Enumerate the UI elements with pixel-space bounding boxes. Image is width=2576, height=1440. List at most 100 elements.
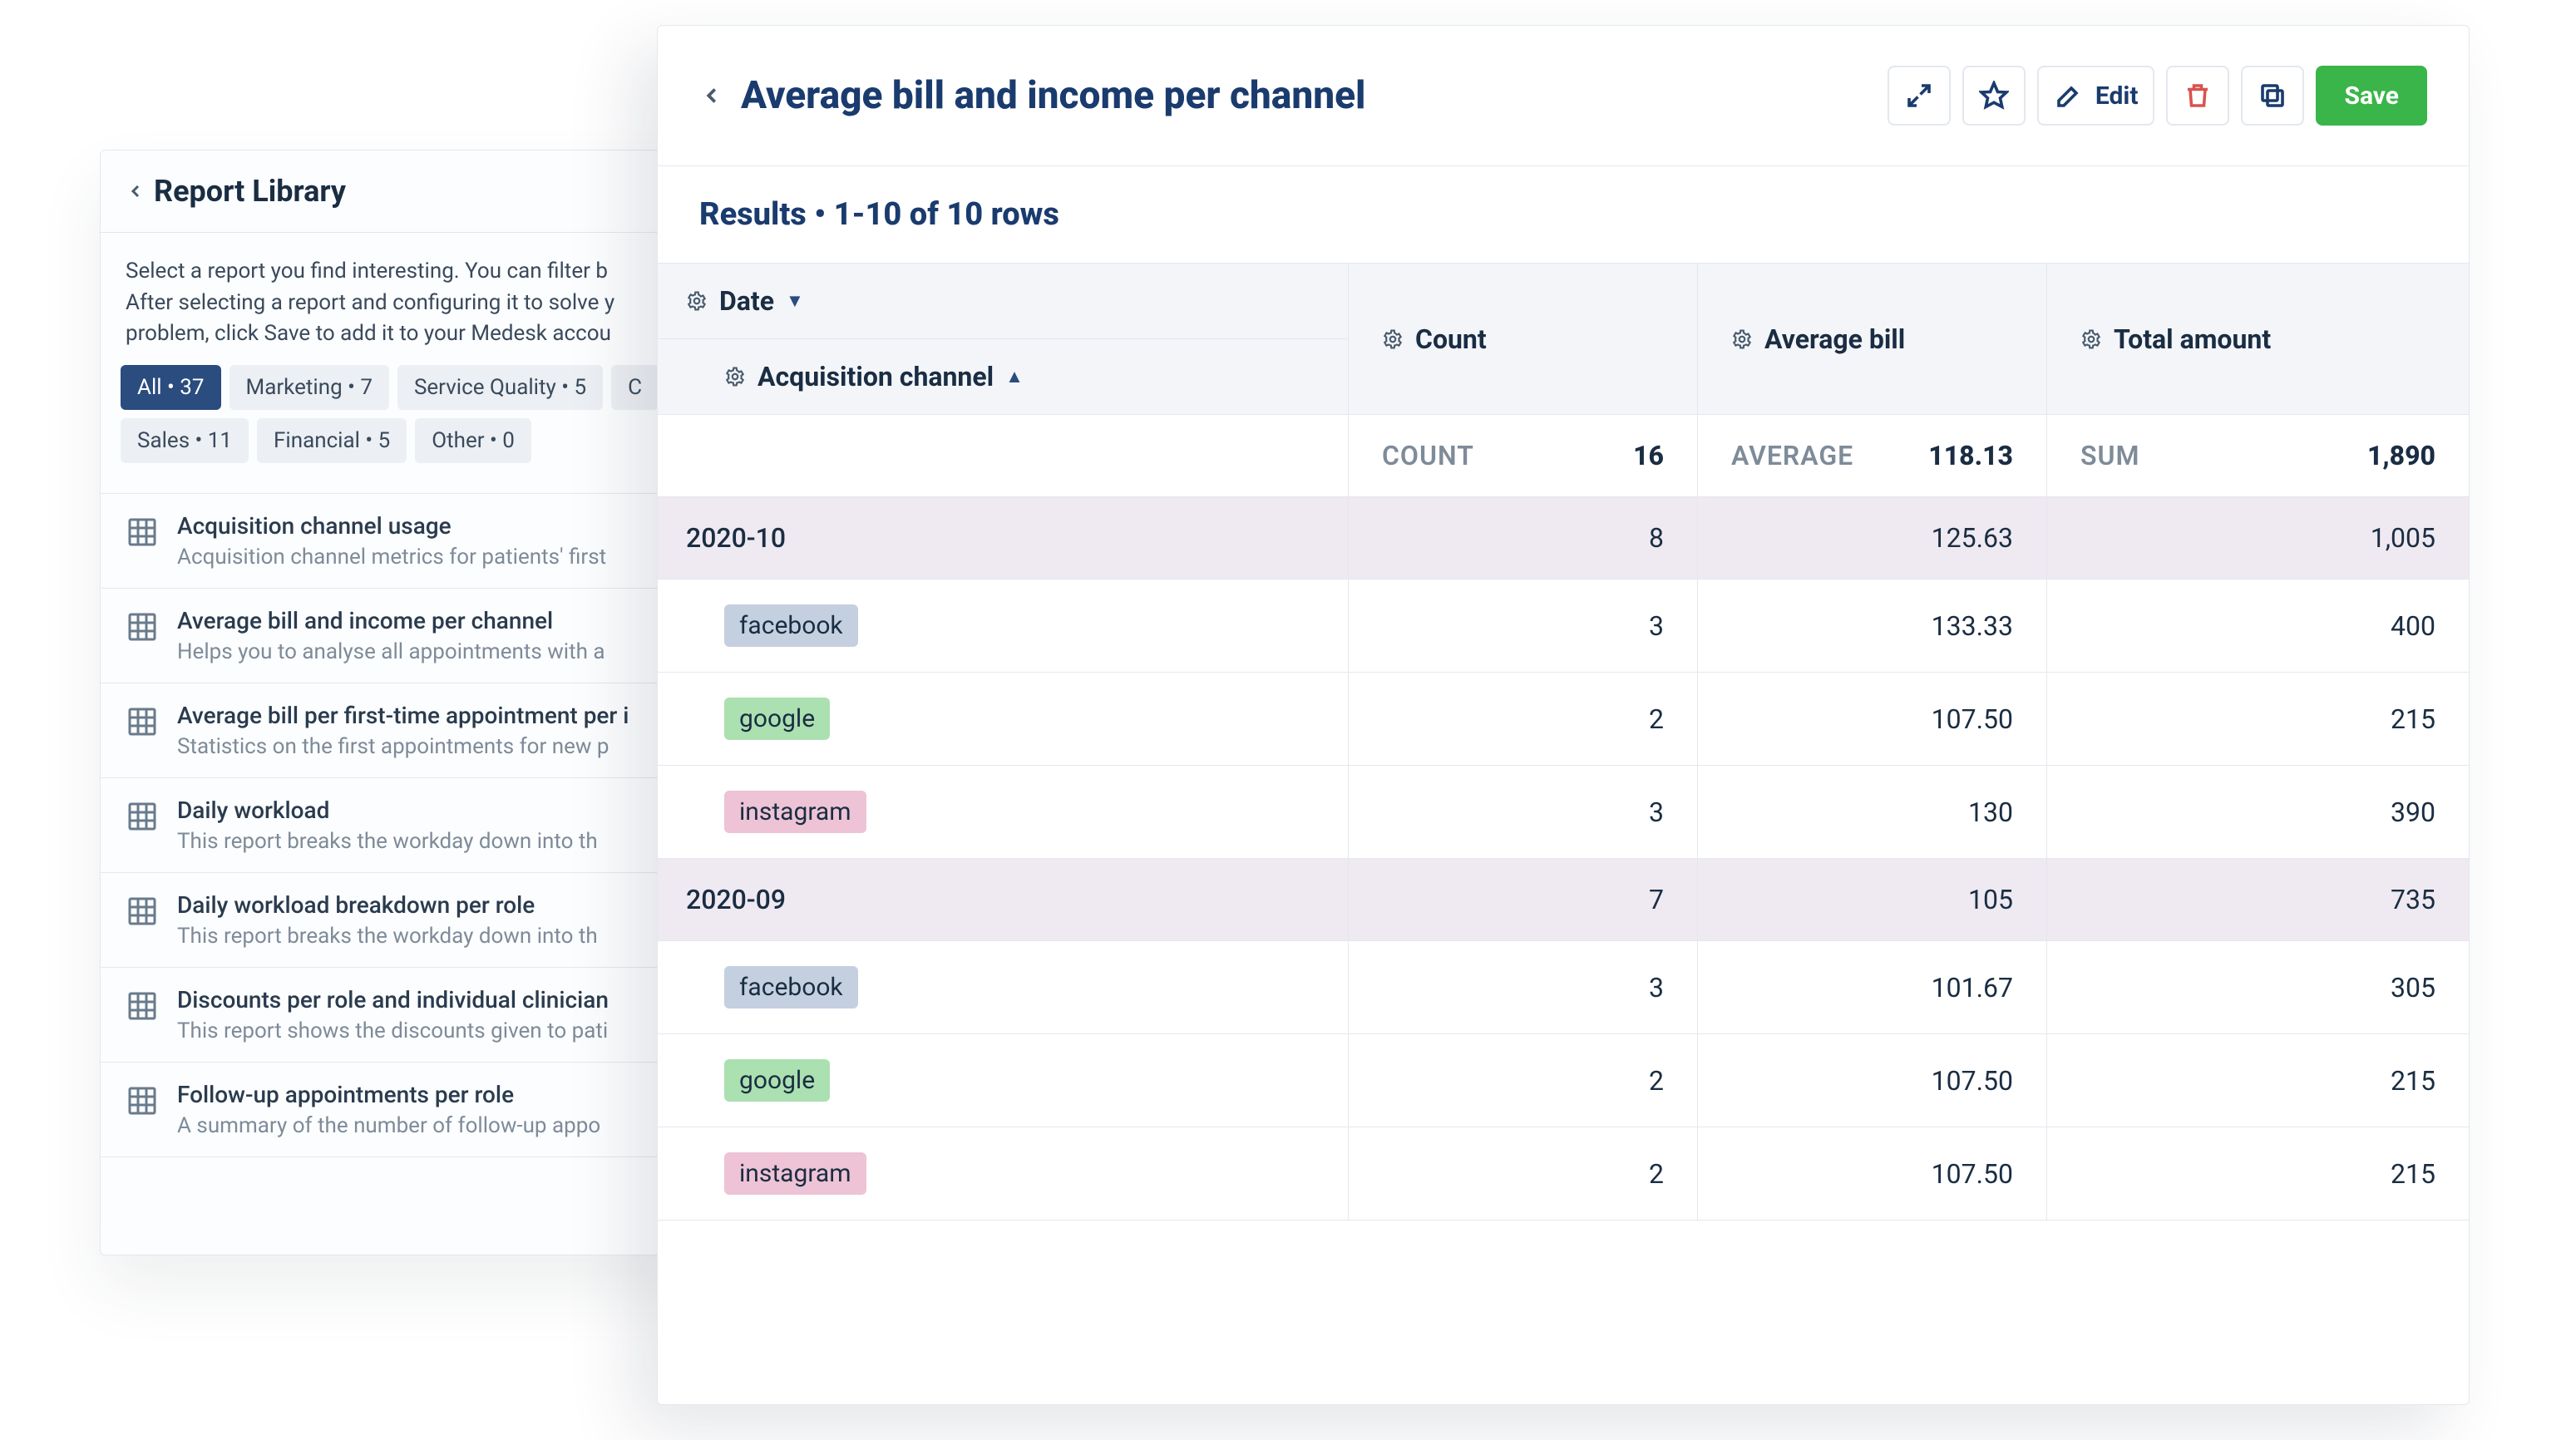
report-title: Average bill and income per channel (741, 73, 1365, 118)
results-summary: Results • 1-10 of 10 rows (658, 166, 2469, 263)
cell-avg: 101.67 (1697, 941, 2046, 1033)
report-item-title: Daily workload breakdown per role (177, 891, 598, 919)
cell-count: 3 (1348, 766, 1697, 858)
filter-chip[interactable]: C (611, 365, 659, 410)
table-icon (126, 610, 159, 644)
report-list-item[interactable]: Average bill per first-time appointment … (101, 683, 731, 777)
cell-avg: 107.50 (1697, 1034, 2046, 1127)
report-item-subtitle: Helps you to analyse all appointments wi… (177, 639, 605, 664)
report-item-title: Average bill and income per channel (177, 607, 605, 634)
report-item-subtitle: Acquisition channel metrics for patients… (177, 545, 606, 570)
cell-count: 2 (1348, 1034, 1697, 1127)
cell-total: 735 (2046, 859, 2469, 940)
cell-total: 305 (2046, 941, 2469, 1033)
cell-count: 7 (1348, 859, 1697, 940)
report-list-item[interactable]: Average bill and income per channel Helps… (101, 588, 731, 683)
table-icon (126, 800, 159, 833)
report-panel: Average bill and income per channel Edit… (657, 25, 2470, 1405)
report-item-title: Average bill per first-time appointment … (177, 702, 629, 729)
edit-button[interactable]: Edit (2037, 66, 2155, 126)
library-title: Report Library (154, 174, 346, 209)
report-item-title: Daily workload (177, 796, 598, 824)
column-count[interactable]: Count (1348, 264, 1697, 414)
table-icon (126, 705, 159, 738)
expand-icon (1904, 81, 1934, 111)
expand-button[interactable] (1888, 66, 1951, 126)
table-row: 2020-097105735 (658, 859, 2469, 941)
column-count-label: Count (1415, 323, 1487, 355)
delete-button[interactable] (2166, 66, 2229, 126)
column-total-label: Total amount (2114, 323, 2271, 355)
filter-row: All • 37Marketing • 7Service Quality • 5… (101, 365, 731, 470)
report-list-item[interactable]: Daily workloadThis report breaks the wor… (101, 777, 731, 872)
settings-icon (724, 366, 746, 387)
cell-avg: 133.33 (1697, 579, 2046, 672)
library-description: Select a report you find interesting. Yo… (101, 233, 731, 365)
agg-avg-value: 118.13 (1928, 440, 2013, 471)
table-header: Date ▼ Acquisition channel ▲ Count Avera… (658, 264, 2469, 415)
agg-avg-label: AVERAGE (1731, 440, 1853, 471)
report-item-subtitle: This report shows the discounts given to… (177, 1018, 609, 1043)
channel-chip: google (724, 698, 830, 740)
filter-chip[interactable]: Other • 0 (415, 418, 531, 463)
channel-chip: facebook (724, 604, 858, 647)
dimension-date[interactable]: Date ▼ (658, 264, 1348, 339)
cell-total: 400 (2046, 579, 2469, 672)
table-icon (126, 1084, 159, 1117)
table-row: instagram2107.50215 (658, 1127, 2469, 1221)
report-list: Acquisition channel usageAcquisition cha… (101, 493, 731, 1157)
cell-avg: 130 (1697, 766, 2046, 858)
dimension-channel-label: Acquisition channel (758, 361, 994, 392)
cell-count: 3 (1348, 941, 1697, 1033)
edit-icon (2054, 81, 2084, 111)
table-row: 2020-108125.631,005 (658, 497, 2469, 579)
save-label: Save (2344, 81, 2399, 111)
copy-button[interactable] (2241, 66, 2304, 126)
filter-chip[interactable]: All • 37 (121, 365, 221, 410)
cell-total: 215 (2046, 1034, 2469, 1127)
report-item-title: Follow-up appointments per role (177, 1081, 600, 1108)
settings-icon (1382, 328, 1404, 350)
report-item-subtitle: Statistics on the first appointments for… (177, 734, 629, 759)
column-average-bill[interactable]: Average bill (1697, 264, 2046, 414)
settings-icon (2080, 328, 2102, 350)
library-header: Report Library (101, 150, 731, 233)
channel-chip: instagram (724, 791, 866, 833)
cell-channel: google (658, 673, 1348, 765)
group-label: 2020-10 (658, 497, 1348, 579)
report-header: Average bill and income per channel Edit… (658, 26, 2469, 166)
report-item-subtitle: This report breaks the workday down into… (177, 924, 598, 949)
dimension-date-label: Date (719, 285, 774, 317)
report-table: Date ▼ Acquisition channel ▲ Count Avera… (658, 263, 2469, 1221)
filter-chip[interactable]: Service Quality • 5 (397, 365, 603, 410)
filter-chip[interactable]: Financial • 5 (257, 418, 407, 463)
save-button[interactable]: Save (2316, 66, 2427, 126)
filter-chip[interactable]: Marketing • 7 (229, 365, 389, 410)
chevron-left-icon[interactable] (699, 83, 724, 108)
copy-icon (2258, 81, 2287, 111)
filter-chip[interactable]: Sales • 11 (121, 418, 249, 463)
edit-label: Edit (2095, 81, 2139, 111)
summary-row: COUNT16 AVERAGE118.13 SUM1,890 (658, 415, 2469, 497)
cell-total: 215 (2046, 673, 2469, 765)
agg-sum-label: SUM (2080, 440, 2140, 471)
chevron-left-icon[interactable] (126, 181, 146, 201)
cell-count: 3 (1348, 579, 1697, 672)
column-total-amount[interactable]: Total amount (2046, 264, 2469, 414)
settings-icon (686, 290, 708, 312)
report-list-item[interactable]: Acquisition channel usageAcquisition cha… (101, 493, 731, 588)
cell-avg: 107.50 (1697, 673, 2046, 765)
table-row: facebook 3133.33400 (658, 579, 2469, 673)
channel-chip: google (724, 1059, 830, 1102)
table-icon (126, 989, 159, 1023)
favorite-button[interactable] (1962, 66, 2026, 126)
star-icon (1979, 81, 2009, 111)
settings-icon (1731, 328, 1753, 350)
report-list-item[interactable]: Discounts per role and individual clinic… (101, 967, 731, 1062)
agg-sum-value: 1,890 (2367, 440, 2435, 471)
table-icon (126, 515, 159, 549)
trash-icon (2183, 81, 2213, 111)
report-list-item[interactable]: Daily workload breakdown per role This re… (101, 872, 731, 967)
dimension-channel[interactable]: Acquisition channel ▲ (658, 339, 1348, 414)
report-list-item[interactable]: Follow-up appointments per roleA summary… (101, 1062, 731, 1157)
